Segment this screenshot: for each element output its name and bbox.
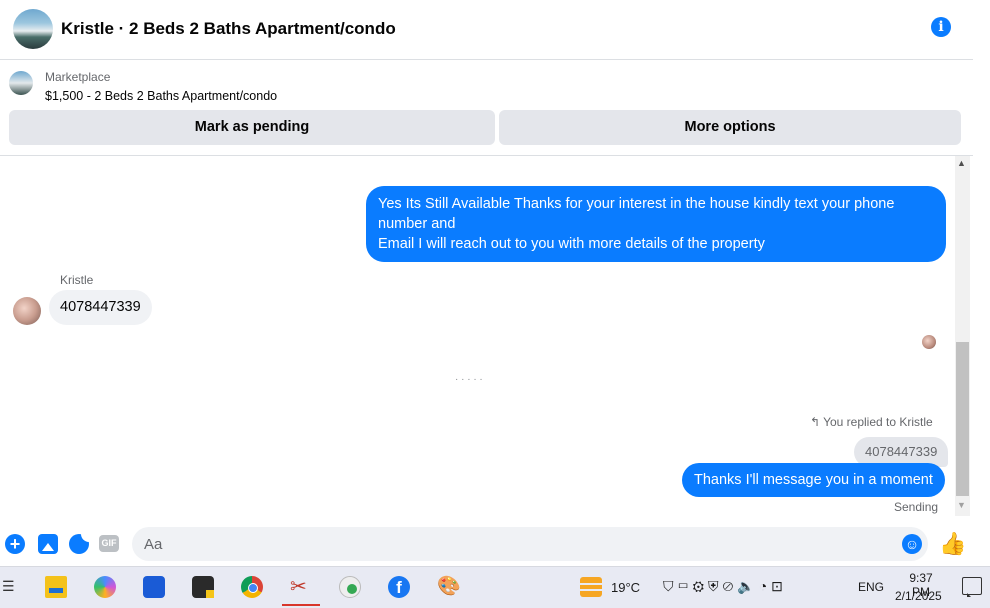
windows-taskbar: ☰ ✂ f 🎨 19°C ⛉▭⚙⛨⊘🔈◔⊡ ENG 9:37 PM 2/1/20… <box>0 566 990 608</box>
copilot-icon[interactable] <box>94 576 116 598</box>
message-status: Sending <box>894 500 939 514</box>
emoji-icon[interactable]: ☺ <box>902 534 922 554</box>
marketplace-label: Marketplace <box>45 70 111 84</box>
facebook-icon[interactable]: f <box>388 576 410 598</box>
timestamp-divider: · · · · · · · · · · <box>440 156 498 161</box>
info-icon[interactable]: i <box>931 17 951 37</box>
message-thread[interactable]: · · · · · · · · · · Yes Its Still Availa… <box>0 156 955 521</box>
widgets-icon[interactable]: ☰ <box>2 578 15 596</box>
notification-icon[interactable] <box>962 577 982 597</box>
outgoing-message[interactable]: Yes Its Still Available Thanks for your … <box>366 186 946 262</box>
incoming-message[interactable]: 4078447339 <box>49 290 152 325</box>
outgoing-message[interactable]: Thanks I'll message you in a moment <box>682 463 945 497</box>
reply-arrow-icon: ↰ <box>810 415 821 429</box>
seen-receipt-avatar <box>922 335 936 349</box>
language-indicator[interactable]: ENG <box>858 580 884 594</box>
chrome-icon[interactable] <box>241 576 263 598</box>
like-icon[interactable]: 👍 <box>939 531 966 557</box>
sender-name: Kristle <box>60 273 94 287</box>
message-input[interactable] <box>132 527 928 561</box>
scrollbar-thumb[interactable] <box>956 342 969 496</box>
sender-avatar[interactable] <box>13 297 41 325</box>
timestamp-divider: · · · · · <box>455 374 483 385</box>
weather-icon[interactable] <box>580 577 602 597</box>
reply-indicator: ↰ You replied to Kristle <box>810 415 933 429</box>
clock-date[interactable]: 2/1/2025 <box>895 589 942 603</box>
image-icon[interactable] <box>38 534 58 554</box>
mark-as-pending-button[interactable]: Mark as pending <box>9 110 495 145</box>
plus-icon[interactable]: + <box>5 534 25 554</box>
message-line: Yes Its Still Available Thanks for your … <box>378 196 895 232</box>
sticker-icon[interactable] <box>69 534 89 554</box>
chrome-profile-icon[interactable] <box>339 576 361 598</box>
conversation-header: Kristle · 2 Beds 2 Baths Apartment/condo… <box>0 0 973 60</box>
conversation-title[interactable]: Kristle · 2 Beds 2 Baths Apartment/condo <box>61 19 396 39</box>
listing-thumbnail[interactable] <box>9 71 33 95</box>
message-line: Email I will reach out to you with more … <box>378 236 765 252</box>
gif-icon[interactable]: GIF <box>99 535 119 552</box>
listing-avatar[interactable] <box>13 9 53 49</box>
more-options-button[interactable]: More options <box>499 110 961 145</box>
message-composer: + GIF ☺ 👍 <box>0 521 973 566</box>
weather-temperature[interactable]: 19°C <box>611 580 640 595</box>
reply-indicator-text: You replied to Kristle <box>823 415 933 429</box>
paint-icon[interactable]: 🎨 <box>437 576 461 598</box>
listing-summary[interactable]: $1,500 - 2 Beds 2 Baths Apartment/condo <box>45 89 277 103</box>
store-icon[interactable] <box>143 576 165 598</box>
file-explorer-icon[interactable] <box>45 576 67 598</box>
scroll-down-arrow-icon[interactable]: ▼ <box>957 500 966 510</box>
snipping-tool-icon[interactable]: ✂ <box>282 576 320 606</box>
system-tray-icons[interactable]: ⛉▭⚙⛨⊘🔈◔⊡ <box>663 578 787 595</box>
sticky-notes-icon[interactable] <box>192 576 214 598</box>
scroll-up-arrow-icon[interactable]: ▲ <box>957 158 966 168</box>
marketplace-panel: Marketplace $1,500 - 2 Beds 2 Baths Apar… <box>0 60 973 156</box>
